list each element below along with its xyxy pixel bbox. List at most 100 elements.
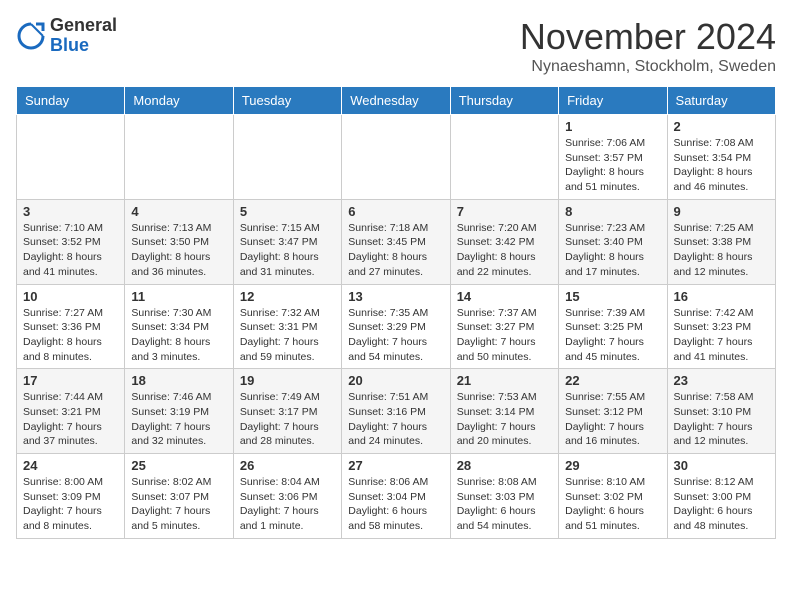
calendar-cell: 7 Sunrise: 7:20 AM Sunset: 3:42 PM Daylig… [450,199,558,284]
cell-day-number: 22 [565,373,660,388]
calendar-cell: 28 Sunrise: 8:08 AM Sunset: 3:03 PM Dayli… [450,454,558,539]
calendar-cell: 2 Sunrise: 7:08 AM Sunset: 3:54 PM Daylig… [667,115,775,200]
cell-info-text: Sunrise: 7:30 AM Sunset: 3:34 PM Dayligh… [131,306,226,365]
cell-day-number: 13 [348,289,443,304]
cell-info-text: Sunrise: 7:51 AM Sunset: 3:16 PM Dayligh… [348,390,443,449]
cell-day-number: 4 [131,204,226,219]
cell-day-number: 29 [565,458,660,473]
weekday-header-row: Sunday Monday Tuesday Wednesday Thursday… [17,87,776,115]
cell-day-number: 25 [131,458,226,473]
cell-info-text: Sunrise: 8:04 AM Sunset: 3:06 PM Dayligh… [240,475,335,534]
calendar-cell: 1Sunrise: 7:06 AM Sunset: 3:57 PM Daylig… [559,115,667,200]
calendar-cell: 8 Sunrise: 7:23 AM Sunset: 3:40 PM Daylig… [559,199,667,284]
calendar-cell: 13 Sunrise: 7:35 AM Sunset: 3:29 PM Dayli… [342,284,450,369]
cell-info-text: Sunrise: 8:02 AM Sunset: 3:07 PM Dayligh… [131,475,226,534]
calendar-cell: 22Sunrise: 7:55 AM Sunset: 3:12 PM Dayli… [559,369,667,454]
logo-icon [16,21,46,51]
cell-day-number: 23 [674,373,769,388]
title-section: November 2024 Nynaeshamn, Stockholm, Swe… [520,16,776,76]
calendar-cell: 25 Sunrise: 8:02 AM Sunset: 3:07 PM Dayli… [125,454,233,539]
cell-day-number: 10 [23,289,118,304]
cell-day-number: 26 [240,458,335,473]
calendar-cell: 29 Sunrise: 8:10 AM Sunset: 3:02 PM Dayli… [559,454,667,539]
cell-info-text: Sunrise: 7:35 AM Sunset: 3:29 PM Dayligh… [348,306,443,365]
cell-info-text: Sunrise: 7:44 AM Sunset: 3:21 PM Dayligh… [23,390,118,449]
header-wednesday: Wednesday [342,87,450,115]
cell-day-number: 30 [674,458,769,473]
cell-day-number: 21 [457,373,552,388]
header: General Blue November 2024 Nynaeshamn, S… [16,16,776,76]
calendar-cell [342,115,450,200]
cell-info-text: Sunrise: 8:08 AM Sunset: 3:03 PM Dayligh… [457,475,552,534]
cell-info-text: Sunrise: 7:37 AM Sunset: 3:27 PM Dayligh… [457,306,552,365]
cell-info-text: Sunrise: 8:10 AM Sunset: 3:02 PM Dayligh… [565,475,660,534]
calendar-week-row: 3 Sunrise: 7:10 AM Sunset: 3:52 PM Daylig… [17,199,776,284]
cell-day-number: 17 [23,373,118,388]
header-tuesday: Tuesday [233,87,341,115]
cell-day-number: 14 [457,289,552,304]
cell-day-number: 6 [348,204,443,219]
calendar-cell [233,115,341,200]
cell-day-number: 27 [348,458,443,473]
logo: General Blue [16,16,117,56]
cell-info-text: Sunrise: 7:18 AM Sunset: 3:45 PM Dayligh… [348,221,443,280]
cell-day-number: 2 [674,119,769,134]
calendar-cell [450,115,558,200]
calendar-cell: 19 Sunrise: 7:49 AM Sunset: 3:17 PM Dayli… [233,369,341,454]
cell-info-text: Sunrise: 7:08 AM Sunset: 3:54 PM Dayligh… [674,136,769,195]
cell-day-number: 5 [240,204,335,219]
logo-text: General Blue [50,16,117,56]
cell-day-number: 16 [674,289,769,304]
calendar-cell: 16 Sunrise: 7:42 AM Sunset: 3:23 PM Dayli… [667,284,775,369]
header-thursday: Thursday [450,87,558,115]
calendar-cell: 6 Sunrise: 7:18 AM Sunset: 3:45 PM Daylig… [342,199,450,284]
calendar-cell: 12Sunrise: 7:32 AM Sunset: 3:31 PM Dayli… [233,284,341,369]
cell-info-text: Sunrise: 7:58 AM Sunset: 3:10 PM Dayligh… [674,390,769,449]
calendar-cell: 11 Sunrise: 7:30 AM Sunset: 3:34 PM Dayli… [125,284,233,369]
calendar-cell: 3 Sunrise: 7:10 AM Sunset: 3:52 PM Daylig… [17,199,125,284]
calendar-cell: 30 Sunrise: 8:12 AM Sunset: 3:00 PM Dayli… [667,454,775,539]
cell-info-text: Sunrise: 7:13 AM Sunset: 3:50 PM Dayligh… [131,221,226,280]
cell-info-text: Sunrise: 7:53 AM Sunset: 3:14 PM Dayligh… [457,390,552,449]
cell-day-number: 20 [348,373,443,388]
cell-info-text: Sunrise: 7:42 AM Sunset: 3:23 PM Dayligh… [674,306,769,365]
calendar-cell [17,115,125,200]
calendar-cell: 20 Sunrise: 7:51 AM Sunset: 3:16 PM Dayli… [342,369,450,454]
cell-info-text: Sunrise: 8:12 AM Sunset: 3:00 PM Dayligh… [674,475,769,534]
cell-day-number: 7 [457,204,552,219]
month-title: November 2024 [520,16,776,58]
header-saturday: Saturday [667,87,775,115]
cell-day-number: 19 [240,373,335,388]
cell-info-text: Sunrise: 7:39 AM Sunset: 3:25 PM Dayligh… [565,306,660,365]
cell-info-text: Sunrise: 7:06 AM Sunset: 3:57 PM Dayligh… [565,136,660,195]
cell-day-number: 24 [23,458,118,473]
location: Nynaeshamn, Stockholm, Sweden [520,58,776,76]
calendar-cell: 5 Sunrise: 7:15 AM Sunset: 3:47 PM Daylig… [233,199,341,284]
cell-day-number: 8 [565,204,660,219]
calendar-week-row: 10Sunrise: 7:27 AM Sunset: 3:36 PM Dayli… [17,284,776,369]
calendar-cell: 21 Sunrise: 7:53 AM Sunset: 3:14 PM Dayli… [450,369,558,454]
logo-general: General [50,16,117,36]
cell-day-number: 11 [131,289,226,304]
calendar-cell: 17 Sunrise: 7:44 AM Sunset: 3:21 PM Dayli… [17,369,125,454]
calendar-cell: 23 Sunrise: 7:58 AM Sunset: 3:10 PM Dayli… [667,369,775,454]
calendar-cell: 27Sunrise: 8:06 AM Sunset: 3:04 PM Dayli… [342,454,450,539]
cell-info-text: Sunrise: 7:15 AM Sunset: 3:47 PM Dayligh… [240,221,335,280]
calendar: Sunday Monday Tuesday Wednesday Thursday… [16,86,776,539]
cell-info-text: Sunrise: 7:46 AM Sunset: 3:19 PM Dayligh… [131,390,226,449]
calendar-cell: 4 Sunrise: 7:13 AM Sunset: 3:50 PM Daylig… [125,199,233,284]
cell-info-text: Sunrise: 7:23 AM Sunset: 3:40 PM Dayligh… [565,221,660,280]
cell-day-number: 15 [565,289,660,304]
calendar-cell [125,115,233,200]
cell-day-number: 28 [457,458,552,473]
cell-info-text: Sunrise: 7:49 AM Sunset: 3:17 PM Dayligh… [240,390,335,449]
calendar-cell: 18Sunrise: 7:46 AM Sunset: 3:19 PM Dayli… [125,369,233,454]
cell-info-text: Sunrise: 7:32 AM Sunset: 3:31 PM Dayligh… [240,306,335,365]
cell-info-text: Sunrise: 7:20 AM Sunset: 3:42 PM Dayligh… [457,221,552,280]
logo-blue: Blue [50,36,117,56]
cell-info-text: Sunrise: 7:10 AM Sunset: 3:52 PM Dayligh… [23,221,118,280]
cell-day-number: 3 [23,204,118,219]
calendar-week-row: 24 Sunrise: 8:00 AM Sunset: 3:09 PM Dayli… [17,454,776,539]
cell-info-text: Sunrise: 8:00 AM Sunset: 3:09 PM Dayligh… [23,475,118,534]
calendar-week-row: 17 Sunrise: 7:44 AM Sunset: 3:21 PM Dayli… [17,369,776,454]
